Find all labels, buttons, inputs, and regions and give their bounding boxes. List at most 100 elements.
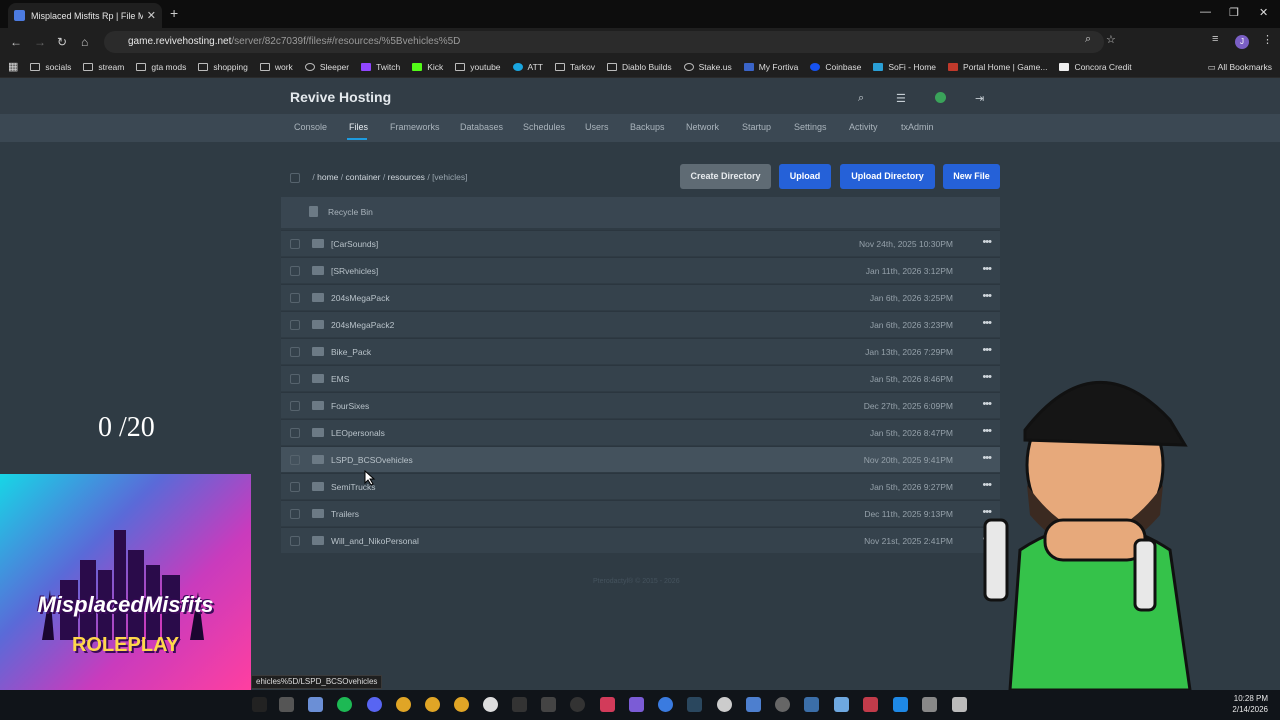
bookmark-item[interactable]: Portal Home | Game...	[948, 62, 1047, 72]
file-name[interactable]: 204sMegaPack	[331, 293, 390, 303]
file-row[interactable]: 204sMegaPack2 Jan 6th, 2026 3:23PM •••	[281, 311, 1000, 337]
row-checkbox[interactable]	[290, 266, 300, 276]
bookmark-item[interactable]: Sleeper	[304, 62, 349, 72]
bookmark-item[interactable]: Concora Credit	[1059, 62, 1132, 72]
tab-schedules[interactable]: Schedules	[523, 122, 565, 132]
bookmark-item[interactable]: My Fortiva	[743, 62, 798, 72]
row-checkbox[interactable]	[290, 293, 300, 303]
file-name[interactable]: EMS	[331, 374, 349, 384]
app-icon[interactable]	[746, 697, 761, 712]
file-row[interactable]: Will_and_NikoPersonal Nov 21st, 2025 2:41…	[281, 527, 1000, 553]
tab-databases[interactable]: Databases	[460, 122, 503, 132]
notepad-icon[interactable]	[279, 697, 294, 712]
bookmark-star-icon[interactable]: ☆	[1106, 33, 1116, 46]
recycle-bin-row[interactable]: Recycle Bin	[281, 197, 1000, 228]
file-name[interactable]: [CarSounds]	[331, 239, 378, 249]
app-icon[interactable]	[483, 697, 498, 712]
discord-icon[interactable]	[367, 697, 382, 712]
bookmark-item[interactable]: youtube	[455, 62, 501, 72]
tab-startup[interactable]: Startup	[742, 122, 771, 132]
browser-tab[interactable]: Misplaced Misfits Rp | File Man... ✕	[8, 3, 162, 28]
layers-icon[interactable]: ☰	[896, 92, 906, 105]
forward-icon[interactable]: →	[34, 35, 46, 49]
profile-avatar[interactable]: J	[1235, 35, 1249, 49]
reload-icon[interactable]: ↻	[57, 35, 67, 49]
new-file-button[interactable]: New File	[943, 164, 1000, 189]
file-name[interactable]: LSPD_BCSOvehicles	[331, 455, 413, 465]
chrome-icon[interactable]	[454, 697, 469, 712]
app-icon[interactable]	[541, 697, 556, 712]
tab-activity[interactable]: Activity	[849, 122, 878, 132]
chrome-icon[interactable]	[425, 697, 440, 712]
bookmark-item[interactable]: Stake.us	[683, 62, 732, 72]
app-icon[interactable]	[308, 697, 323, 712]
select-all-checkbox[interactable]	[290, 172, 300, 183]
bookmark-item[interactable]: Kick	[412, 62, 443, 72]
bookmark-item[interactable]: ATT	[512, 62, 543, 72]
app-icon[interactable]	[658, 697, 673, 712]
tab-backups[interactable]: Backups	[630, 122, 665, 132]
row-checkbox[interactable]	[290, 536, 300, 546]
upload-button[interactable]: Upload	[779, 164, 831, 189]
upload-directory-button[interactable]: Upload Directory	[840, 164, 935, 189]
file-name[interactable]: FourSixes	[331, 401, 369, 411]
bookmark-item[interactable]: shopping	[198, 62, 248, 72]
file-row[interactable]: EMS Jan 5th, 2026 8:46PM •••	[281, 365, 1000, 391]
row-checkbox[interactable]	[290, 509, 300, 519]
steam-icon[interactable]	[687, 697, 702, 712]
bookmark-item[interactable]: socials	[30, 62, 71, 72]
file-name[interactable]: Will_and_NikoPersonal	[331, 536, 419, 546]
tab-files[interactable]: Files	[349, 122, 368, 132]
file-name[interactable]: LEOpersonals	[331, 428, 385, 438]
app-icon[interactable]	[775, 697, 790, 712]
chrome-icon[interactable]	[396, 697, 411, 712]
notepad-icon[interactable]	[834, 697, 849, 712]
menu-icon[interactable]: ≡	[1212, 33, 1218, 45]
bookmark-item[interactable]: SoFi - Home	[873, 62, 936, 72]
all-bookmarks[interactable]: ▭ All Bookmarks	[1208, 56, 1272, 78]
bookmark-item[interactable]: Tarkov	[554, 62, 595, 72]
app-icon[interactable]	[922, 697, 937, 712]
tab-network[interactable]: Network	[686, 122, 719, 132]
url-input[interactable]: game.revivehosting.net/server/82c7039f/f…	[104, 31, 1104, 53]
bookmark-item[interactable]: gta mods	[136, 62, 186, 72]
row-menu-icon[interactable]: •••	[982, 236, 992, 248]
row-checkbox[interactable]	[290, 320, 300, 330]
file-row[interactable]: LSPD_BCSOvehicles Nov 20th, 2025 9:41PM ••…	[281, 446, 1000, 472]
row-checkbox[interactable]	[290, 239, 300, 249]
vscode-icon[interactable]	[893, 697, 908, 712]
more-icon[interactable]: ⋮	[1262, 33, 1273, 46]
minimize-icon[interactable]: —	[1200, 6, 1211, 18]
search-icon[interactable]: ⌕	[858, 92, 864, 105]
row-checkbox[interactable]	[290, 401, 300, 411]
row-menu-icon[interactable]: •••	[982, 290, 992, 302]
spotify-icon[interactable]	[337, 697, 352, 712]
bookmark-item[interactable]: stream	[83, 62, 124, 72]
file-row[interactable]: [SRvehicles] Jan 11th, 2026 3:12PM •••	[281, 257, 1000, 283]
app-icon[interactable]	[863, 697, 878, 712]
tab-users[interactable]: Users	[585, 122, 609, 132]
file-row[interactable]: FourSixes Dec 27th, 2025 6:09PM •••	[281, 392, 1000, 418]
tab-console[interactable]: Console	[294, 122, 327, 132]
row-checkbox[interactable]	[290, 455, 300, 465]
logout-icon[interactable]: ⇥	[975, 92, 984, 105]
file-row[interactable]: 204sMegaPack Jan 6th, 2026 3:25PM •••	[281, 284, 1000, 310]
zoom-icon[interactable]: ⌕	[1085, 33, 1091, 46]
file-row[interactable]: Bike_Pack Jan 13th, 2026 7:29PM •••	[281, 338, 1000, 364]
file-row[interactable]: [CarSounds] Nov 24th, 2025 10:30PM •••	[281, 230, 1000, 256]
close-window-icon[interactable]: ✕	[1259, 6, 1268, 19]
maximize-icon[interactable]: ❐	[1229, 6, 1239, 19]
apps-icon[interactable]: ▦	[8, 60, 18, 73]
file-name[interactable]: [SRvehicles]	[331, 266, 378, 276]
row-checkbox[interactable]	[290, 428, 300, 438]
breadcrumb-home[interactable]: home	[317, 172, 338, 182]
system-clock[interactable]: 10:28 PM 2/14/2026	[1232, 693, 1268, 715]
tab-txadmin[interactable]: txAdmin	[901, 122, 934, 132]
new-tab-icon[interactable]: +	[170, 5, 178, 21]
file-name[interactable]: Bike_Pack	[331, 347, 371, 357]
row-checkbox[interactable]	[290, 374, 300, 384]
app-icon[interactable]	[629, 697, 644, 712]
tab-frameworks[interactable]: Frameworks	[390, 122, 440, 132]
bookmark-item[interactable]: Twitch	[361, 62, 400, 72]
close-tab-icon[interactable]: ✕	[147, 9, 156, 22]
